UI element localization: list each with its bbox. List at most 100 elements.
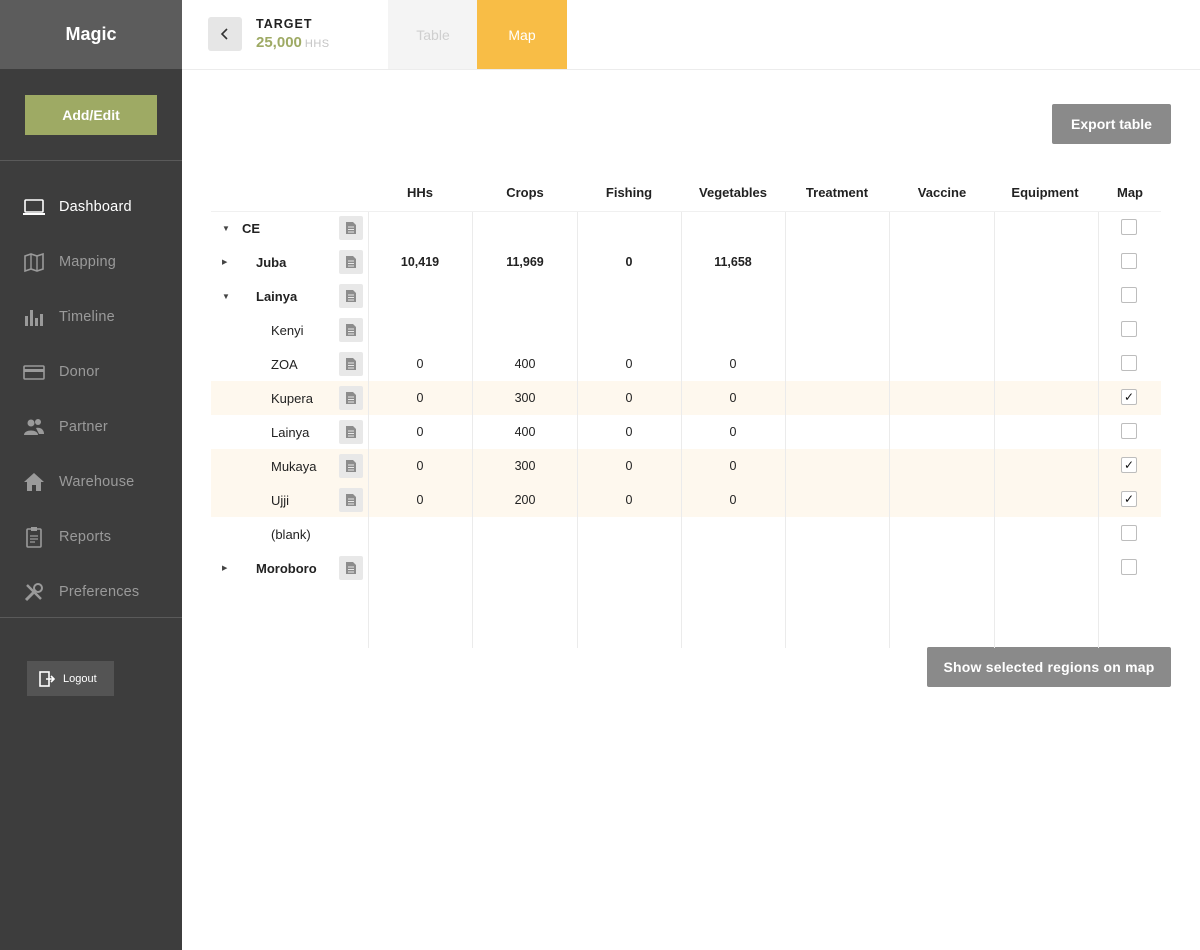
table-cell-equipment [995,517,1095,551]
column-divider [681,211,682,648]
table-cell-hhs: 10,419 [400,255,440,269]
sidebar-item-label: Preferences [59,583,140,600]
column-header-vaccine: Vaccine [917,184,967,200]
row-label: Ujji [271,492,290,508]
map-checkbox[interactable]: ✓ [1121,389,1137,405]
table-cell-hhs [370,313,470,347]
target-number: 25,000 [256,34,302,51]
map-checkbox[interactable] [1121,559,1137,575]
document-icon [346,222,356,234]
map-checkbox[interactable] [1121,287,1137,303]
column-header-map: Map [1117,184,1143,200]
map-checkbox[interactable] [1121,423,1137,439]
add-edit-button[interactable]: Add/Edit [25,95,157,135]
document-button[interactable] [339,556,363,580]
show-regions-on-map-button[interactable]: Show selected regions on map [927,647,1171,687]
document-icon [346,426,356,438]
table-cell-equipment [995,211,1095,245]
table-row: ▼ Lainya [211,279,1161,313]
back-button[interactable] [208,17,242,51]
sidebar-item-reports[interactable]: Reports [0,509,182,564]
table-cell-vegetables: 11,658 [714,255,752,269]
export-table-button[interactable]: Export table [1052,104,1171,144]
table-cell-crops: 400 [514,425,536,439]
caret-down-icon[interactable]: ▼ [222,211,230,245]
table-cell-fishing: 0 [625,357,633,371]
map-checkbox[interactable] [1121,253,1137,269]
table-cell-equipment [995,381,1095,415]
caret-right-icon[interactable]: ▶ [222,245,227,279]
sidebar-item-donor[interactable]: Donor [0,344,182,399]
table-cell-vaccine [892,517,992,551]
table-cell-fishing [579,313,679,347]
table-cell-vaccine [892,381,992,415]
column-header-vegetables: Vegetables [699,184,767,200]
table-cell-fishing [579,517,679,551]
table-cell-vaccine [892,313,992,347]
table-cell-hhs [370,551,470,585]
sidebar-item-preferences[interactable]: Preferences [0,564,182,619]
map-checkbox[interactable]: ✓ [1121,491,1137,507]
table-cell-equipment [995,313,1095,347]
table-cell-hhs: 0 [416,493,424,507]
document-button[interactable] [339,250,363,274]
logout-icon [39,670,55,687]
row-label: Juba [256,254,287,270]
table-cell-treatment [787,551,887,585]
column-divider [889,211,890,648]
document-button[interactable] [339,318,363,342]
table-row: (blank) [211,517,1161,551]
regions-table: HHs Crops Fishing Vegetables Treatment Vaccin… [211,173,1161,648]
document-icon [346,358,356,370]
document-button[interactable] [339,352,363,376]
caret-down-icon[interactable]: ▼ [222,279,230,313]
table-cell-treatment [787,313,887,347]
table-row: ZOA 0 400 0 0 [211,347,1161,381]
table-cell-equipment [995,449,1095,483]
table-cell-treatment [787,381,887,415]
document-button[interactable] [339,284,363,308]
sidebar-nav: Dashboard Mapping Timeline Donor Partner [0,161,182,618]
table-cell-fishing: 0 [625,493,633,507]
map-checkbox[interactable]: ✓ [1121,457,1137,473]
top-header: TARGET 25,000 HHS Table Map [182,0,1200,70]
table-cell-treatment [787,483,887,517]
document-button[interactable] [339,454,363,478]
table-cell-vaccine [892,415,992,449]
map-checkbox[interactable] [1121,355,1137,371]
table-cell-fishing: 0 [625,255,633,269]
tab-map[interactable]: Map [477,0,567,69]
map-icon [23,251,45,273]
map-checkbox[interactable] [1121,321,1137,337]
bar-chart-icon [23,306,45,328]
document-icon [346,494,356,506]
logout-button[interactable]: Logout [27,661,114,696]
table-cell-vegetables: 0 [729,391,737,405]
document-button[interactable] [339,488,363,512]
table-cell-equipment [995,347,1095,381]
table-cell-crops: 11,969 [506,255,544,269]
document-button[interactable] [339,386,363,410]
sidebar-item-partner[interactable]: Partner [0,399,182,454]
document-button[interactable] [339,216,363,240]
document-button[interactable] [339,420,363,444]
sidebar-item-mapping[interactable]: Mapping [0,234,182,289]
sidebar-item-timeline[interactable]: Timeline [0,289,182,344]
map-checkbox[interactable] [1121,525,1137,541]
laptop-icon [23,196,45,218]
row-label: Kupera [271,390,313,406]
add-edit-section: Add/Edit [0,69,182,161]
caret-right-icon[interactable]: ▶ [222,551,227,585]
map-checkbox[interactable] [1121,219,1137,235]
row-label: (blank) [271,526,311,542]
sidebar-item-warehouse[interactable]: Warehouse [0,454,182,509]
tab-table[interactable]: Table [388,0,478,69]
table-cell-treatment [787,279,887,313]
table-row: ▶ Juba 10,419 11,969 0 11,658 [211,245,1161,279]
row-label: ZOA [271,356,298,372]
sidebar-item-label: Reports [59,528,112,545]
sidebar-item-dashboard[interactable]: Dashboard [0,179,182,234]
document-icon [346,324,356,336]
table-cell-hhs [370,517,470,551]
table-cell-vegetables [683,551,783,585]
